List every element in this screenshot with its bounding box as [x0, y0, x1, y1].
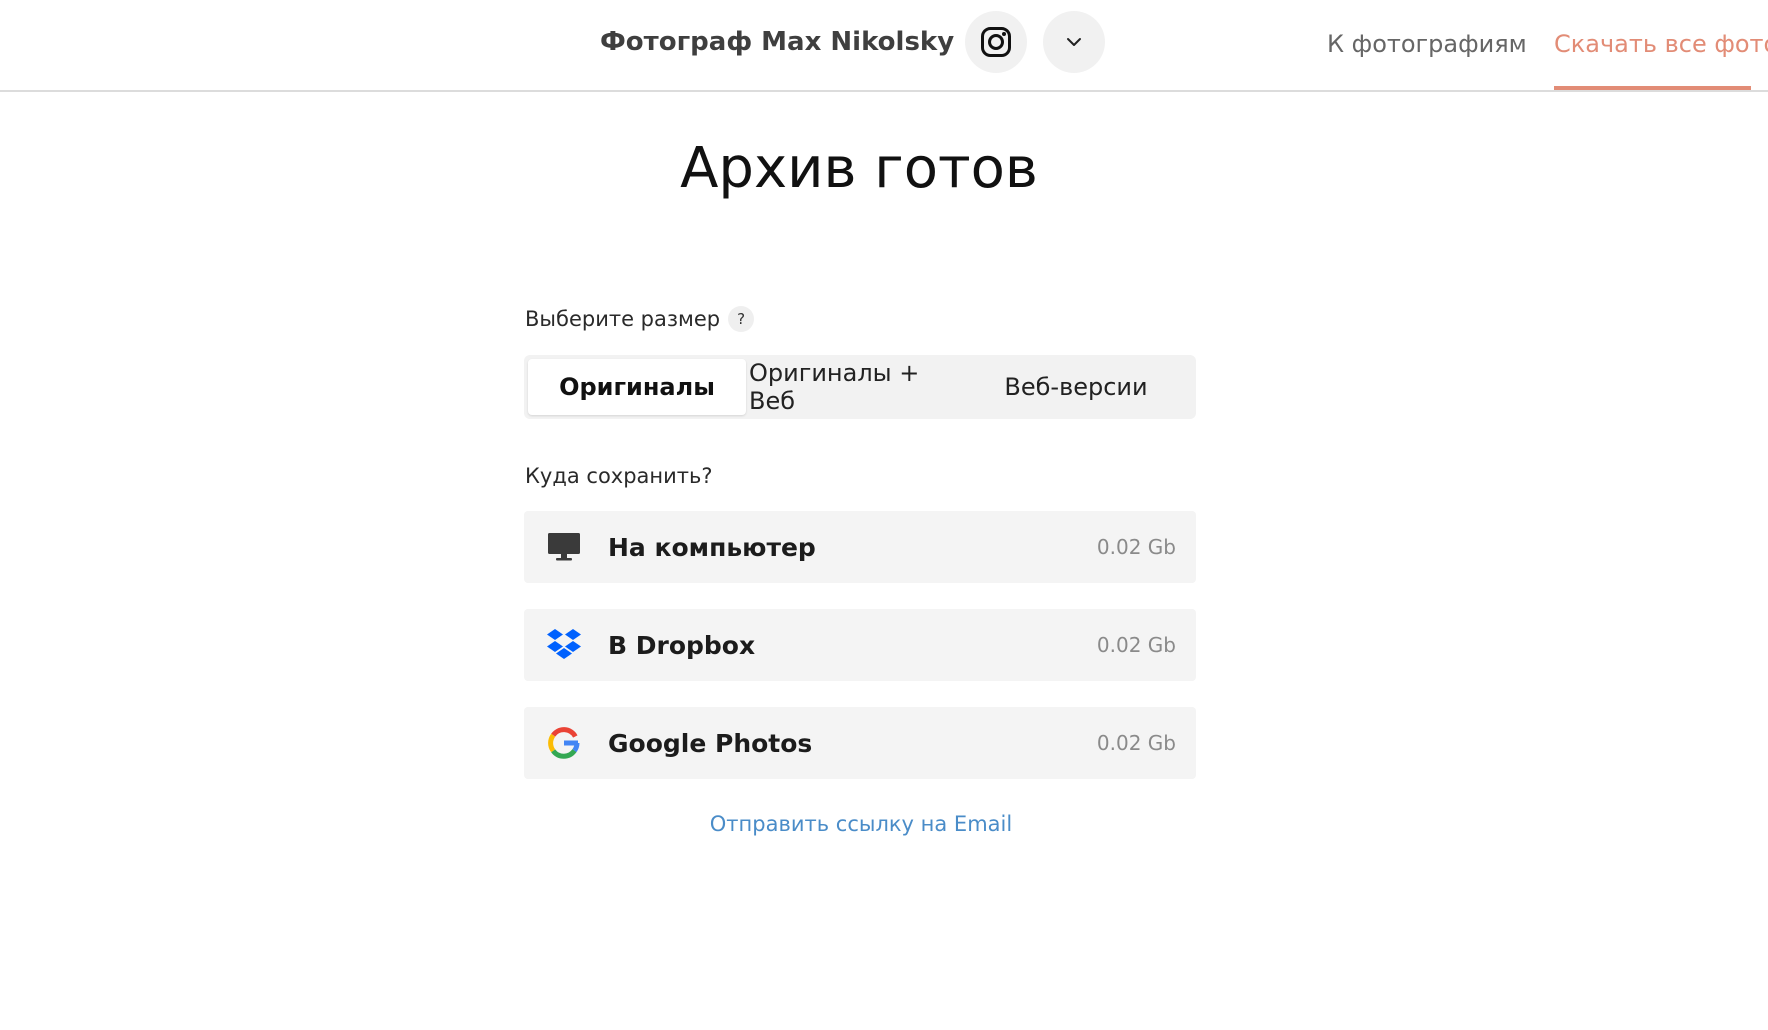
save-to-google-photos-button[interactable]: Google Photos 0.02 Gb: [524, 707, 1196, 779]
brand-name[interactable]: Фотограф Max Nikolsky: [600, 27, 954, 57]
destination-label: В Dropbox: [608, 630, 756, 660]
photographer-brand[interactable]: Фотограф Max Nikolsky: [600, 22, 954, 62]
size-section-label: Выберите размер ?: [525, 306, 755, 332]
monitor-icon: [546, 529, 582, 565]
top-header: Фотограф Max Nikolsky К фотографиям Скач…: [0, 0, 1768, 92]
save-to-computer-button[interactable]: На компьютер 0.02 Gb: [524, 511, 1196, 583]
send-email-link[interactable]: Отправить ссылку на Email: [0, 812, 1722, 836]
instagram-button[interactable]: [965, 11, 1027, 73]
size-label-text: Выберите размер: [525, 307, 721, 331]
dropbox-icon: [546, 627, 582, 663]
archive-size: 0.02 Gb: [1096, 731, 1176, 755]
archive-size: 0.02 Gb: [1096, 535, 1176, 559]
destination-label: На компьютер: [608, 532, 816, 562]
back-to-photos-link[interactable]: К фотографиям: [1327, 30, 1527, 58]
size-option-web[interactable]: Веб-версии: [960, 359, 1192, 415]
help-button[interactable]: ?: [728, 306, 755, 332]
google-icon: [546, 725, 582, 761]
size-selector: Оригиналы Оригиналы + Веб Веб-версии: [524, 355, 1196, 419]
instagram-icon: [981, 27, 1011, 57]
size-option-originals[interactable]: Оригиналы: [528, 359, 746, 415]
save-section-label: Куда сохранить?: [525, 464, 713, 488]
size-option-originals-web[interactable]: Оригиналы + Веб: [749, 359, 957, 415]
page-title: Архив готов: [680, 136, 1038, 201]
destination-label: Google Photos: [608, 728, 813, 758]
save-to-dropbox-button[interactable]: В Dropbox 0.02 Gb: [524, 609, 1196, 681]
download-all-link[interactable]: Скачать все фото: [1554, 30, 1768, 58]
archive-size: 0.02 Gb: [1096, 633, 1176, 657]
save-label-text: Куда сохранить?: [525, 464, 713, 488]
chevron-down-icon: [1067, 38, 1081, 46]
more-dropdown-button[interactable]: [1043, 11, 1105, 73]
active-nav-underline: [1554, 86, 1751, 90]
